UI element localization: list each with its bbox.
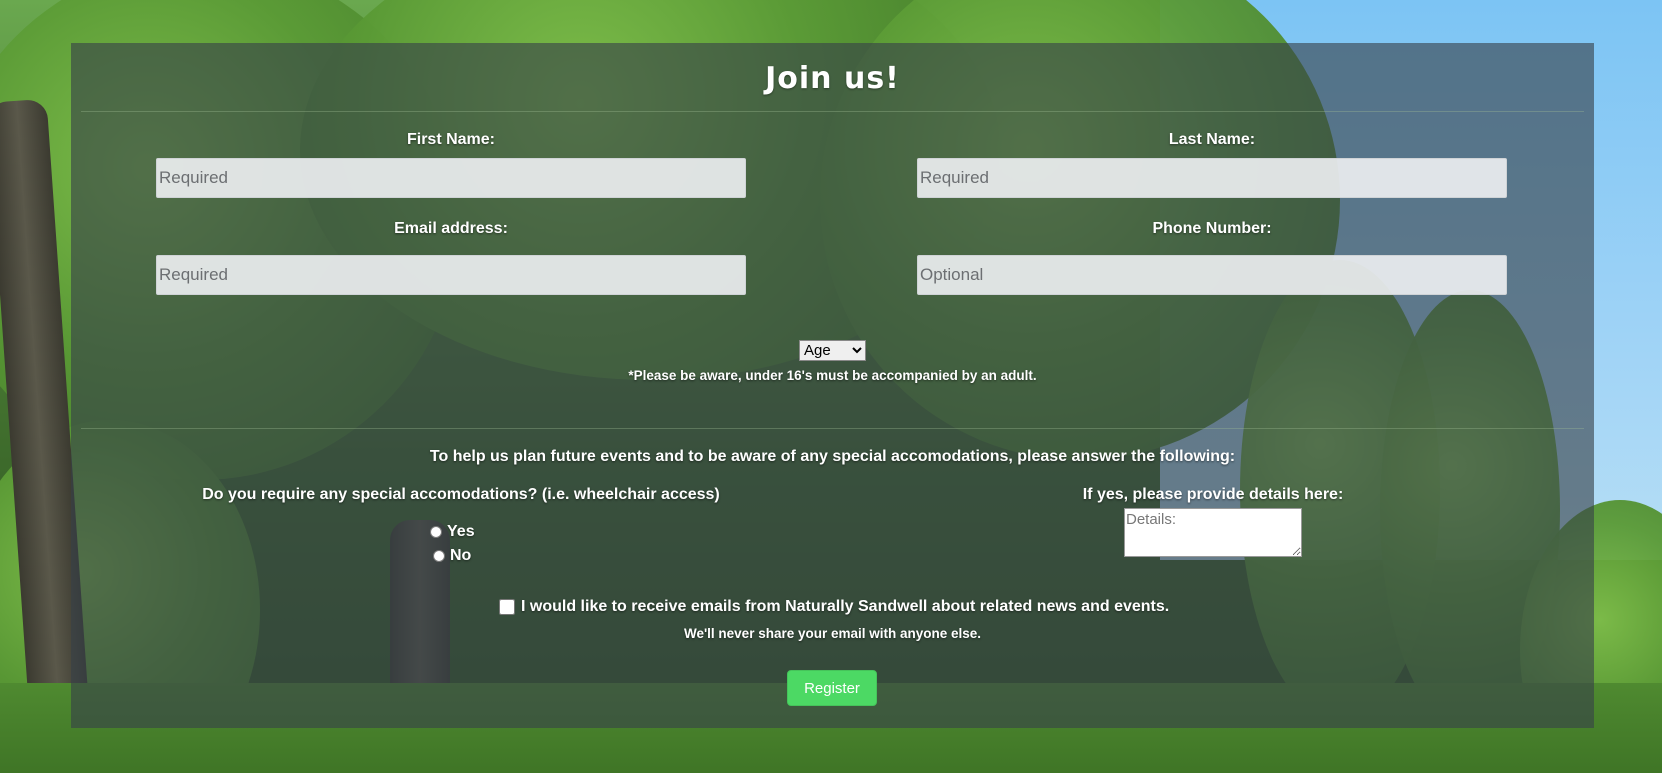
accommodation-yes[interactable]: Yes — [430, 523, 475, 541]
register-button[interactable]: Register — [787, 670, 877, 706]
title-divider — [81, 111, 1584, 112]
no-label: No — [450, 547, 472, 564]
age-note: *Please be aware, under 16's must be acc… — [628, 368, 1037, 383]
first-name-label: First Name: — [406, 131, 496, 148]
phone-input[interactable] — [917, 255, 1507, 295]
newsletter-label: I would like to receive emails from Natu… — [521, 598, 1170, 615]
email-input[interactable] — [156, 255, 746, 295]
age-select[interactable]: Age — [799, 340, 866, 361]
last-name-label: Last Name: — [1168, 131, 1256, 148]
yes-label: Yes — [447, 523, 475, 540]
accommodations-question: Do you require any special accomodations… — [202, 486, 720, 503]
no-radio[interactable] — [433, 550, 445, 562]
first-name-input[interactable] — [156, 158, 746, 198]
last-name-input[interactable] — [917, 158, 1507, 198]
email-label: Email address: — [394, 220, 508, 237]
phone-label: Phone Number: — [1152, 220, 1272, 237]
details-textarea[interactable] — [1124, 508, 1302, 557]
form-title: Join us! — [765, 61, 900, 96]
details-label: If yes, please provide details here: — [1082, 486, 1344, 503]
accommodation-no[interactable]: No — [433, 547, 471, 565]
privacy-note: We'll never share your email with anyone… — [683, 626, 982, 641]
newsletter-option[interactable]: I would like to receive emails from Natu… — [499, 598, 1169, 616]
accommodations-intro: To help us plan future events and to be … — [429, 448, 1236, 465]
section-divider — [81, 428, 1584, 429]
join-form-panel: Join us! First Name: Last Name: Email ad… — [71, 43, 1594, 728]
newsletter-checkbox[interactable] — [499, 599, 515, 615]
yes-radio[interactable] — [430, 526, 442, 538]
